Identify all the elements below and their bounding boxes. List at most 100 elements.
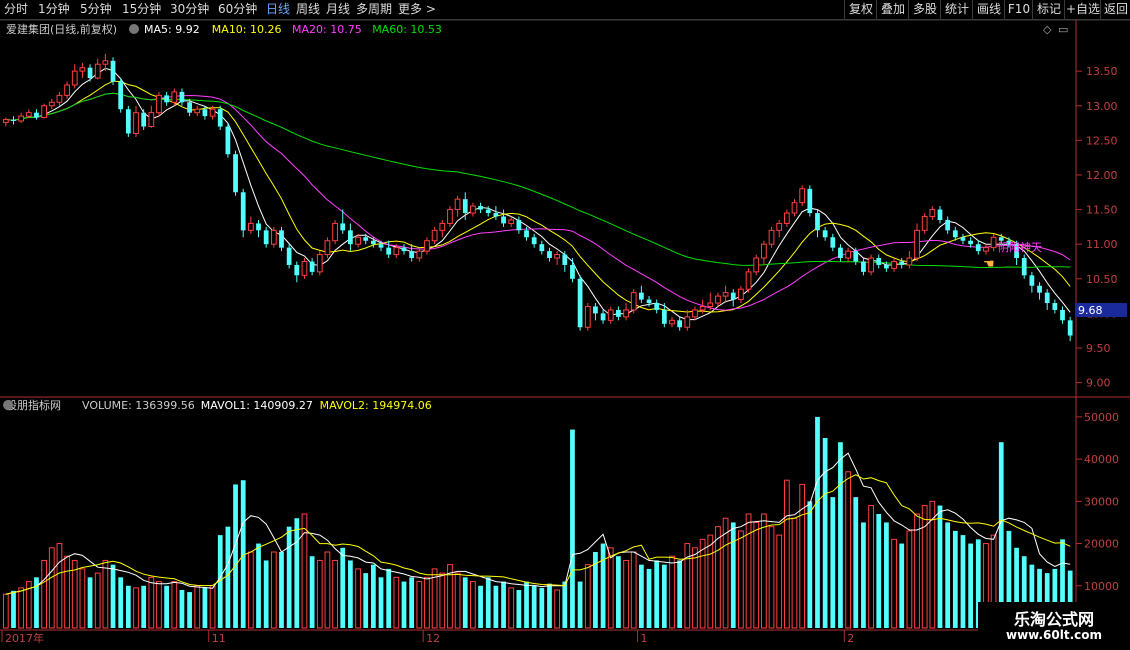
- candle: [309, 258, 315, 276]
- candle: [783, 209, 790, 227]
- volume-bar: [791, 517, 798, 629]
- watermark-line1: 乐淘公式网: [1013, 610, 1094, 629]
- volume-bar: [485, 577, 491, 628]
- volume-bar: [279, 552, 284, 628]
- volume-bar: [286, 526, 292, 628]
- candle: [584, 303, 591, 331]
- volume-bar: [424, 576, 430, 629]
- volume-bar: [164, 585, 170, 628]
- candle: [983, 244, 989, 255]
- price-panel-title: 爱建集团(日线,前复权): [6, 22, 117, 36]
- ma60-line: [5, 92, 1071, 269]
- y-tick-label: 12.00: [1086, 169, 1118, 182]
- volume-bar: [554, 589, 561, 629]
- volume-bar: [87, 577, 93, 628]
- hand-cursor-icon: ☚: [983, 257, 995, 272]
- candle: [2, 117, 9, 127]
- vol-indicator-2: MAVOL2: 194974.06: [320, 399, 432, 412]
- volume-bar: [783, 479, 790, 629]
- candle: [240, 188, 246, 238]
- candle: [301, 258, 308, 279]
- volume-bar: [853, 497, 859, 628]
- candle: [692, 306, 698, 321]
- volume-bar: [454, 572, 461, 629]
- candle: [11, 116, 16, 125]
- candle: [531, 233, 537, 248]
- collapse-icon[interactable]: ▭: [1058, 23, 1068, 36]
- volume-bar: [646, 568, 652, 628]
- candle: [768, 226, 775, 248]
- volume-bar: [761, 513, 767, 629]
- candle: [677, 316, 683, 331]
- candle: [745, 268, 752, 293]
- volume-bar: [225, 526, 231, 628]
- candle: [830, 233, 836, 252]
- candle: [990, 233, 997, 252]
- volume-bar: [316, 559, 323, 629]
- ma-lines: [5, 67, 1071, 321]
- candle: [684, 309, 691, 331]
- vol-indicator-1: MAVOL1: 140909.27: [201, 399, 313, 412]
- candle: [539, 240, 545, 255]
- ma-indicator-1: MA10: 10.26: [212, 23, 282, 36]
- volume-bar: [891, 538, 897, 629]
- candle: [554, 251, 561, 265]
- volume-bar: [616, 556, 621, 628]
- candle: [263, 226, 269, 248]
- diamond-icon[interactable]: ◇: [1043, 23, 1052, 36]
- volume-bar: [822, 438, 828, 628]
- y-axis: 13.5013.0012.5012.0011.5011.0010.5010.00…: [1076, 65, 1118, 390]
- volume-bar: [876, 514, 882, 628]
- candle: [861, 258, 866, 276]
- candle: [1067, 316, 1073, 342]
- candle: [906, 251, 913, 269]
- settings-gear-icon[interactable]: [129, 24, 139, 34]
- candle: [18, 112, 25, 124]
- volume-bar: [654, 560, 660, 628]
- candle: [868, 254, 874, 276]
- candle: [730, 289, 736, 307]
- volume-bar: [187, 592, 192, 628]
- candle: [34, 109, 39, 120]
- volume-bar: [914, 513, 920, 629]
- candle: [179, 88, 185, 106]
- candle: [960, 233, 966, 245]
- candle: [94, 58, 101, 80]
- candle: [247, 216, 254, 234]
- candle: [316, 251, 323, 276]
- candle: [447, 206, 453, 227]
- candle: [1060, 306, 1065, 324]
- candle: [547, 247, 552, 262]
- candle: [324, 237, 331, 259]
- volume-bar: [607, 547, 614, 629]
- ma5-line: [5, 67, 1071, 321]
- volume-bar: [2, 593, 9, 629]
- volume-bar: [263, 560, 269, 628]
- volume-bar: [838, 442, 843, 628]
- volume-bar: [309, 556, 315, 628]
- candle: [164, 91, 170, 106]
- settings-gear-icon-vol[interactable]: [3, 400, 13, 410]
- candle: [822, 226, 828, 241]
- volume-bar: [294, 518, 300, 628]
- candle: [638, 285, 644, 304]
- candle: [921, 213, 928, 234]
- annotation-label: 阴阳神天: [998, 240, 1042, 254]
- volume-bar: [799, 483, 806, 629]
- candle: [225, 123, 231, 158]
- volume-bar: [133, 587, 139, 629]
- volume-bar: [401, 581, 407, 628]
- candle: [570, 258, 575, 283]
- volume-bar: [669, 555, 675, 629]
- candle: [501, 209, 506, 227]
- candle: [439, 219, 446, 238]
- y-tick-label: 9.00: [1086, 377, 1111, 390]
- volume-bar: [202, 587, 208, 628]
- candle: [937, 206, 943, 224]
- volume-bar: [118, 577, 124, 628]
- volume-bar: [516, 590, 522, 628]
- volume-bar: [952, 530, 958, 628]
- volume-bar: [156, 581, 162, 629]
- candle: [807, 185, 813, 217]
- volume-bar: [256, 543, 261, 628]
